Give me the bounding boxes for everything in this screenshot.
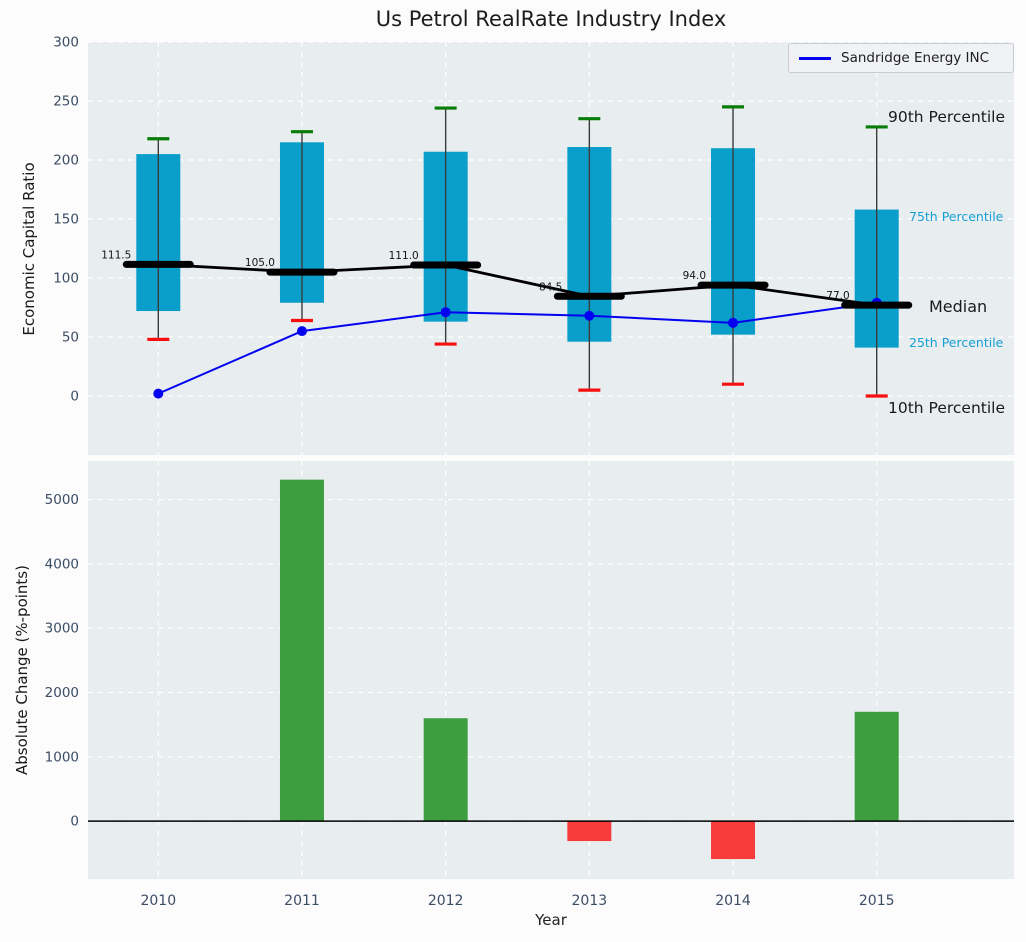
top-y-tick-label: 300 [53,35,79,51]
company-marker [584,311,594,321]
x-tick-label: 2010 [140,893,176,909]
bottom-y-tick-label: 3000 [45,621,79,637]
annotation-10th-percentile: 10th Percentile [888,399,1005,417]
bar-negative [567,821,611,841]
median-value-label: 94.0 [683,270,706,282]
bottom-y-tick-label: 4000 [45,556,79,572]
bar-positive [424,718,468,821]
bar-positive [855,712,899,821]
top-y-tick-label: 150 [53,212,79,228]
x-tick-label: 2013 [572,893,608,909]
bottom-y-tick-label: 0 [70,814,79,830]
x-tick-label: 2012 [428,893,464,909]
legend-line-sample [799,57,831,60]
median-value-label: 84.5 [539,281,562,293]
x-tick-label: 2015 [859,893,895,909]
company-marker [728,318,738,328]
x-tick-label: 2011 [284,893,320,909]
median-connector-line [158,264,876,305]
chart-canvas: 0501001502002503000100020003000400050002… [0,0,1026,942]
x-tick-label: 2014 [715,893,751,909]
legend-label: Sandridge Energy INC [841,50,989,66]
annotation-25th-percentile: 25th Percentile [909,335,1003,350]
bottom-y-tick-label: 1000 [45,749,79,765]
top-y-axis-label: Economic Capital Ratio [20,162,38,335]
bar-positive [280,480,324,821]
median-value-label: 111.0 [389,250,419,262]
figure: Us Petrol RealRate Industry Index 050100… [0,0,1026,942]
company-marker [441,307,451,317]
company-line [158,303,876,394]
bottom-y-axis-label: Absolute Change (%-points) [13,565,31,775]
annotation-median: Median [929,297,987,316]
top-y-tick-label: 0 [70,389,79,405]
top-y-tick-label: 250 [53,94,79,110]
top-y-tick-label: 50 [62,330,79,346]
top-y-tick-label: 100 [53,271,79,287]
median-value-label: 111.5 [101,249,131,261]
top-y-tick-label: 200 [53,153,79,169]
bar-negative [711,821,755,859]
median-value-label: 105.0 [245,257,275,269]
median-value-label: 77.0 [826,290,849,302]
bottom-y-tick-label: 5000 [45,492,79,508]
annotation-75th-percentile: 75th Percentile [909,209,1003,224]
company-marker [153,389,163,399]
bottom-y-tick-label: 2000 [45,685,79,701]
x-axis-label: Year [88,911,1014,929]
annotation-90th-percentile: 90th Percentile [888,108,1005,126]
legend: Sandridge Energy INC [788,43,1014,73]
company-marker [297,326,307,336]
